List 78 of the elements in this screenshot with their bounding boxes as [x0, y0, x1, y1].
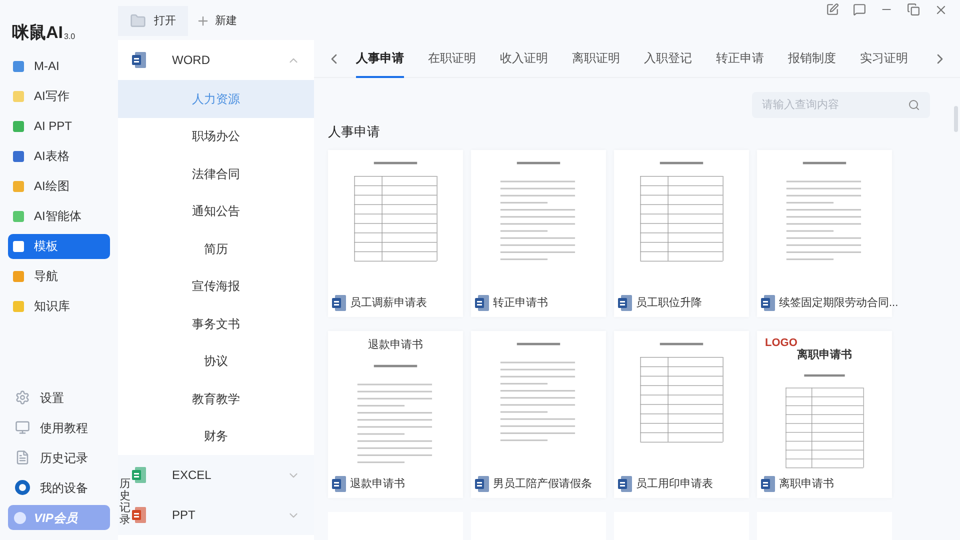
logo-text: LOGO	[765, 336, 798, 348]
category-item[interactable]: 协议	[118, 342, 314, 380]
sidebar-item[interactable]: 设置	[8, 385, 110, 410]
template-card[interactable]: 员工调薪申请表	[328, 150, 463, 316]
tab[interactable]: 收入证明	[500, 40, 548, 78]
document-heading: 离职申请书	[797, 348, 852, 362]
sidebar-item[interactable]: AI绘图	[8, 174, 110, 198]
tab[interactable]: 离职证明	[572, 40, 620, 78]
tab[interactable]: 入职登记	[644, 40, 692, 78]
app-logo: 咪鼠AI	[12, 22, 63, 44]
close-icon[interactable]	[934, 3, 948, 17]
template-card[interactable]: 转正申请书	[471, 150, 606, 316]
template-title: 离职申请书	[779, 476, 834, 492]
file-type-icon	[332, 476, 346, 492]
template-title: 续签固定期限劳动合同...	[779, 296, 898, 311]
template-title: 退款申请书	[350, 476, 405, 492]
sidebar-item[interactable]: 导航	[8, 264, 110, 288]
file-type-icon	[132, 507, 146, 523]
file-type-icon	[332, 295, 346, 311]
section-title: 人事申请	[328, 123, 381, 141]
file-type-icon	[761, 295, 775, 311]
sidebar-item[interactable]: 使用教程	[8, 415, 110, 440]
vip-icon	[14, 512, 26, 524]
template-title: 转正申请书	[493, 296, 548, 311]
template-title: 员工调薪申请表	[350, 296, 427, 311]
file-type-icon	[618, 476, 632, 492]
message-icon[interactable]	[853, 3, 866, 16]
file-type-icon	[132, 52, 146, 68]
category-item[interactable]: 简历	[118, 230, 314, 268]
tab[interactable]: 人事申请	[356, 40, 404, 78]
monitor-icon	[15, 420, 30, 435]
sidebar-item[interactable]: 知识库	[8, 294, 110, 318]
plus-icon	[196, 14, 210, 28]
category-item[interactable]: 法律合同	[118, 155, 314, 192]
template-title: 员工用印申请表	[636, 476, 713, 492]
document-icon	[15, 450, 30, 465]
template-card[interactable]: LOGO 离职申请书 离职申请书	[757, 330, 892, 498]
template-card[interactable]: 员工用印申请表	[614, 330, 749, 498]
gear-icon	[15, 390, 30, 405]
category-item[interactable]: 教育教学	[118, 380, 314, 418]
search-icon	[908, 99, 920, 111]
open-button[interactable]: 打开	[118, 6, 188, 36]
category-item[interactable]: 宣传海报	[118, 268, 314, 305]
tab[interactable]: 转正申请	[716, 40, 764, 78]
template-card[interactable]: 退款申请书 退款申请书	[328, 330, 463, 498]
sidebar-item[interactable]: AI写作	[8, 84, 110, 108]
folder-icon	[130, 13, 146, 29]
tab[interactable]: 报销制度	[788, 40, 836, 78]
history-side-tab[interactable]: 历史记录	[118, 478, 132, 526]
new-button[interactable]: 新建	[192, 6, 241, 36]
search-field[interactable]: 请输入查询内容	[752, 92, 930, 118]
restore-icon[interactable]	[907, 3, 920, 16]
document-heading: 退款申请书	[368, 338, 423, 352]
version-label: 3.0	[64, 30, 76, 42]
sidebar-item[interactable]: AI PPT	[8, 114, 110, 138]
edit-icon[interactable]	[826, 3, 839, 16]
file-type-icon	[475, 295, 489, 311]
sidebar-item[interactable]: M-AI	[8, 54, 110, 78]
file-type-icon	[475, 476, 489, 492]
sidebar-item[interactable]: 我的设备	[8, 475, 110, 500]
category-item[interactable]: 职场办公	[118, 118, 314, 155]
file-type-icon	[618, 295, 632, 311]
category-item[interactable]: 事务文书	[118, 305, 314, 342]
sidebar-item[interactable]: AI表格	[8, 144, 110, 168]
sidebar-item[interactable]: 历史记录	[8, 445, 110, 470]
file-type-icon	[761, 476, 775, 492]
template-title: 员工职位升降	[636, 296, 702, 311]
template-title: 男员工陪产假请假条	[493, 476, 592, 492]
category-item[interactable]: 财务	[118, 418, 314, 455]
ring-icon	[15, 480, 30, 495]
tab[interactable]: 实习证明	[860, 40, 908, 78]
category-item[interactable]: 通知公告	[118, 192, 314, 230]
tab[interactable]: 在职证明	[428, 40, 476, 78]
template-card[interactable]: 员工职位升降	[614, 150, 749, 316]
sidebar-item[interactable]: 模板	[8, 234, 110, 258]
sidebar-item[interactable]: AI智能体	[8, 204, 110, 228]
file-type-icon	[132, 467, 146, 483]
template-card[interactable]: 男员工陪产假请假条	[471, 330, 606, 498]
